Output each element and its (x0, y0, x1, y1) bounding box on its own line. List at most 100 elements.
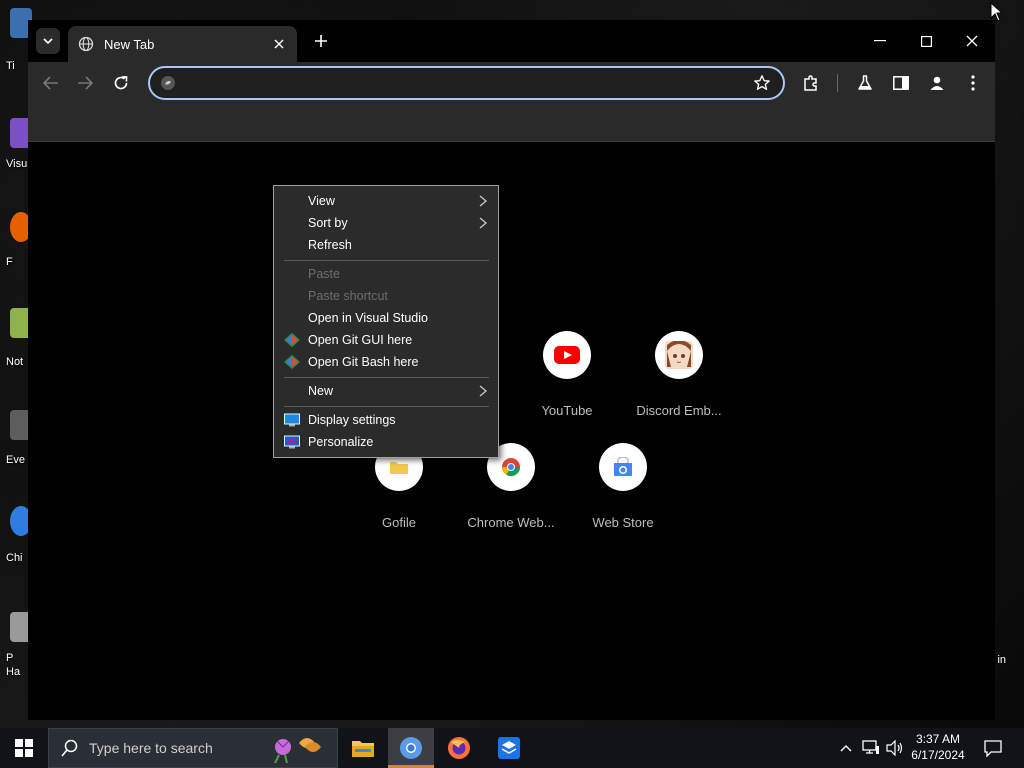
forward-button[interactable] (72, 70, 98, 96)
chevron-right-icon (479, 195, 488, 207)
puzzle-icon (804, 75, 817, 91)
folder-icon (390, 462, 408, 474)
search-placeholder: Type here to search (89, 740, 213, 756)
monitor-icon (284, 413, 300, 427)
personalize-icon (284, 435, 300, 449)
menu-separator (284, 377, 489, 378)
mouse-cursor-icon (990, 2, 1002, 22)
network-button[interactable] (860, 728, 882, 768)
menu-item-open-visual-studio[interactable]: Open in Visual Studio (274, 307, 498, 329)
menu-item-label: Paste shortcut (308, 289, 388, 303)
taskbar-clock[interactable]: 3:37 AM 6/17/2024 (904, 731, 972, 763)
browser-window: New Tab YouTube Discord Emb... Gofile Ch… (28, 20, 995, 720)
shortcut-youtube[interactable]: YouTube (511, 331, 623, 431)
menu-item-personalize[interactable]: Personalize (274, 431, 498, 453)
back-button[interactable] (38, 70, 64, 96)
firefox-icon (448, 737, 470, 759)
globe-icon (78, 36, 94, 52)
address-bar[interactable] (148, 66, 785, 100)
menu-item-git-gui[interactable]: Open Git GUI here (274, 329, 498, 351)
new-tab-button[interactable] (310, 30, 332, 52)
desktop-icon-label: Ha (6, 666, 21, 678)
taskbar-file-explorer[interactable] (340, 728, 386, 768)
address-input[interactable] (184, 72, 744, 94)
menu-item-label: Refresh (308, 238, 352, 252)
menu-item-label: View (308, 194, 335, 208)
menu-separator (284, 260, 489, 261)
notification-icon (984, 739, 1002, 757)
clock-time: 3:37 AM (915, 732, 961, 746)
flask-icon (858, 75, 872, 90)
tab-strip: New Tab (28, 20, 995, 62)
shortcut-discord-emb[interactable]: Discord Emb... (623, 331, 735, 431)
plus-icon (315, 35, 327, 47)
anime-avatar-icon (665, 341, 693, 369)
shortcut-web-store[interactable]: Web Store (567, 443, 679, 543)
store-icon (498, 737, 520, 759)
menu-item-label: Display settings (308, 413, 396, 427)
desktop-icon-label: F (6, 256, 13, 268)
star-icon[interactable] (753, 74, 771, 92)
tab-close-button[interactable] (271, 36, 287, 52)
chevron-right-icon (479, 217, 488, 229)
menu-item-git-bash[interactable]: Open Git Bash here (274, 351, 498, 373)
taskbar-firefox[interactable] (436, 728, 482, 768)
taskbar-search-box[interactable]: Type here to search (48, 728, 338, 768)
shortcut-chrome-web[interactable]: Chrome Web... (455, 443, 567, 543)
notifications-button[interactable] (978, 728, 1008, 768)
shortcut-label: Web Store (592, 515, 654, 530)
side-panel-icon (893, 76, 909, 90)
tab-new-tab[interactable]: New Tab (68, 26, 297, 62)
taskbar-store[interactable] (486, 728, 532, 768)
youtube-icon (554, 346, 580, 364)
reload-button[interactable] (108, 70, 134, 96)
shortcut-icon-circle (543, 331, 591, 379)
chevron-up-icon (840, 745, 852, 752)
back-arrow-icon (43, 76, 58, 90)
menu-item-sort-by[interactable]: Sort by (274, 212, 498, 234)
chevron-down-icon (43, 38, 53, 45)
menu-item-refresh[interactable]: Refresh (274, 234, 498, 256)
file-explorer-icon (352, 741, 374, 757)
shortcut-label: YouTube (541, 403, 593, 418)
menu-item-display-settings[interactable]: Display settings (274, 409, 498, 431)
close-window-button[interactable] (958, 28, 986, 54)
menu-item-view[interactable]: View (274, 190, 498, 212)
search-highlight-illustration-icon (274, 738, 321, 764)
menu-item-label: Paste (308, 267, 340, 281)
speaker-icon (886, 740, 903, 756)
labs-button[interactable] (854, 72, 876, 94)
start-button[interactable] (0, 728, 48, 768)
minimize-button[interactable] (866, 28, 894, 54)
taskbar-chrome[interactable] (388, 728, 434, 768)
git-icon (284, 355, 300, 369)
extensions-button[interactable] (800, 72, 822, 94)
shortcut-icon-circle (599, 443, 647, 491)
close-icon (274, 39, 284, 49)
chrome-icon (400, 737, 422, 759)
profile-button[interactable] (926, 72, 948, 94)
tab-search-button[interactable] (36, 28, 60, 54)
show-hidden-icons-button[interactable] (836, 728, 856, 768)
menu-item-label: Open Git GUI here (308, 333, 413, 347)
search-icon (61, 739, 78, 757)
side-panel-button[interactable] (890, 72, 912, 94)
chevron-right-icon (479, 385, 488, 397)
maximize-button[interactable] (912, 28, 940, 54)
volume-button[interactable] (884, 728, 906, 768)
shortcut-label: Chrome Web... (467, 515, 555, 530)
shortcut-label: Discord Emb... (636, 403, 722, 418)
menu-button[interactable] (962, 72, 984, 94)
desktop-icon-label: Not (6, 356, 24, 368)
web-store-icon (614, 457, 632, 476)
maximize-icon (920, 35, 932, 47)
shortcut-gofile[interactable]: Gofile (343, 443, 455, 543)
desktop-icon-label: Ti (6, 60, 15, 72)
reload-icon (114, 76, 128, 90)
clock-date: 6/17/2024 (911, 748, 965, 762)
desktop-icon-label: Eve (6, 454, 25, 466)
menu-item-label: Personalize (308, 435, 374, 449)
windows-icon (15, 739, 33, 757)
taskbar: Type here to search 3:37 AM 6/17/2024 (0, 728, 1024, 768)
menu-item-new[interactable]: New (274, 380, 498, 402)
